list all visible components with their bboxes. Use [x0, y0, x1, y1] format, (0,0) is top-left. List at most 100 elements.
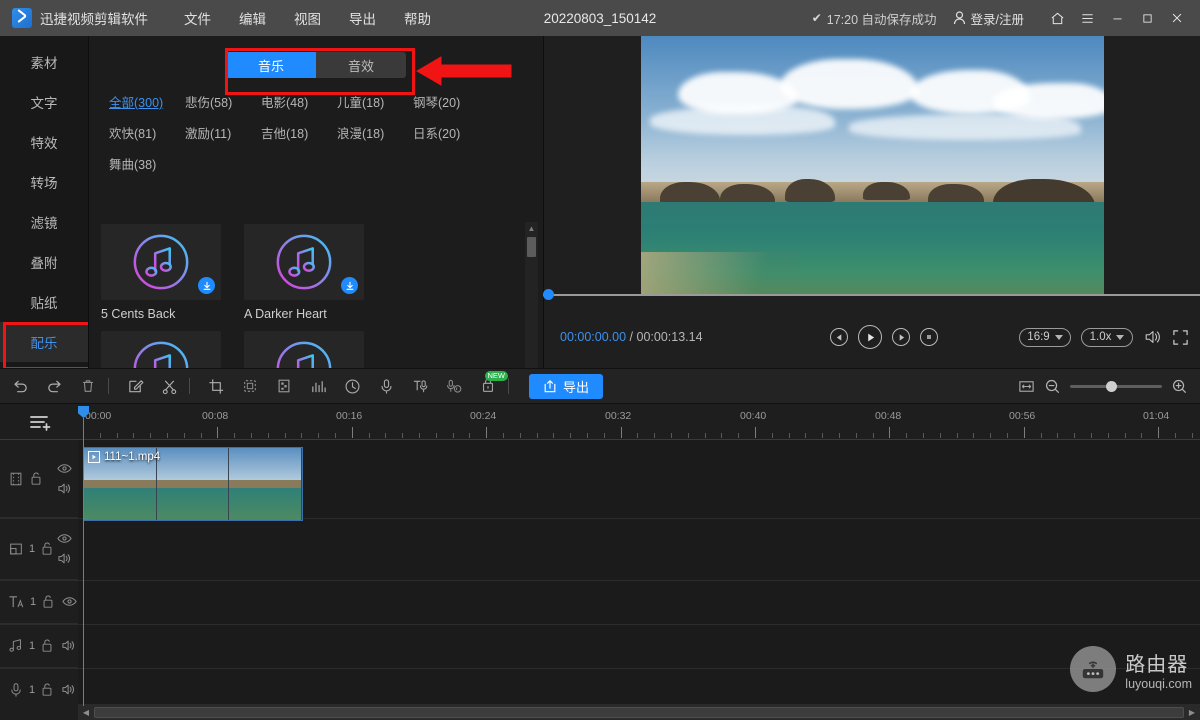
menu-item-export[interactable]: 导出	[335, 4, 390, 32]
zoom-out-icon[interactable]	[1044, 378, 1061, 395]
eye-icon[interactable]	[57, 533, 72, 544]
category-kids[interactable]: 儿童(18)	[337, 92, 413, 111]
zoom-slider-handle[interactable]	[1106, 381, 1117, 392]
zoom-slider[interactable]	[1070, 385, 1162, 388]
category-all[interactable]: 全部(300)	[109, 92, 185, 111]
sidebar-item-stickers[interactable]: 贴纸	[0, 282, 88, 322]
scrollbar-thumb[interactable]	[94, 707, 1184, 718]
menu-item-edit[interactable]: 编辑	[225, 4, 280, 32]
mic-icon[interactable]	[372, 372, 400, 400]
category-romantic[interactable]: 浪漫(18)	[337, 123, 413, 142]
volume-icon[interactable]	[1143, 328, 1162, 346]
ruler-tick-minor	[469, 433, 470, 438]
undo-icon[interactable]	[6, 372, 34, 400]
ruler-tick-minor	[805, 433, 806, 438]
timeline-ruler[interactable]: 00:00 00:08 00:16 00:24 00:32 00:40 00:4…	[0, 404, 1200, 440]
watermark-icon[interactable]: NEW	[474, 372, 502, 400]
step-back-icon[interactable]	[830, 328, 848, 346]
scroll-left-icon[interactable]: ◀	[78, 704, 94, 720]
unlock-icon[interactable]	[40, 541, 54, 556]
ruler-tick-minor	[150, 433, 151, 438]
export-button[interactable]: 导出	[529, 374, 603, 399]
video-preview[interactable]	[641, 36, 1104, 296]
hamburger-icon[interactable]	[1072, 3, 1102, 33]
track-header-overlay[interactable]: 1	[0, 518, 78, 580]
sidebar-item-transitions[interactable]: 转场	[0, 162, 88, 202]
sidebar-item-text[interactable]: 文字	[0, 82, 88, 122]
play-icon[interactable]	[858, 325, 882, 349]
category-film[interactable]: 电影(48)	[261, 92, 337, 111]
sidebar-item-overlay[interactable]: 叠附	[0, 242, 88, 282]
voice-to-text-icon[interactable]	[440, 372, 468, 400]
menu-item-view[interactable]: 视图	[280, 4, 335, 32]
list-item[interactable]: 5 Cents Back	[101, 224, 244, 321]
speaker-icon[interactable]	[57, 552, 72, 565]
tab-sound-effect[interactable]: 音效	[316, 52, 406, 78]
cut-icon[interactable]	[155, 372, 183, 400]
sidebar-item-media[interactable]: 素材	[0, 42, 88, 82]
audio-wave-icon[interactable]	[304, 372, 332, 400]
unlock-icon[interactable]	[41, 594, 55, 609]
tab-music[interactable]: 音乐	[226, 52, 316, 78]
ruler-tick-minor	[453, 433, 454, 438]
mask-icon[interactable]	[236, 372, 264, 400]
unlock-icon[interactable]	[40, 682, 54, 697]
timeline-horizontal-scrollbar[interactable]: ◀ ▶	[78, 704, 1200, 720]
scroll-up-icon[interactable]: ▲	[525, 222, 538, 235]
fullscreen-icon[interactable]	[1172, 329, 1189, 346]
eye-icon[interactable]	[62, 596, 77, 607]
track-header-text[interactable]: 1	[0, 580, 78, 624]
add-track-icon[interactable]	[30, 413, 54, 433]
sidebar-item-music[interactable]: 配乐	[0, 322, 88, 362]
music-thumbnail[interactable]	[101, 224, 221, 300]
timeline-playhead[interactable]	[83, 418, 84, 706]
list-item[interactable]: A Darker Heart	[244, 224, 387, 321]
category-sad[interactable]: 悲伤(58)	[185, 92, 261, 111]
fit-to-width-icon[interactable]	[1018, 378, 1035, 395]
ruler-tick-minor	[1057, 433, 1058, 438]
scrub-handle[interactable]	[543, 289, 554, 300]
home-icon[interactable]	[1042, 3, 1072, 33]
download-icon[interactable]	[341, 277, 358, 294]
track-header-music[interactable]: 1	[0, 624, 78, 668]
timeline-clip[interactable]: 111~1.mp4	[83, 447, 303, 521]
speaker-icon[interactable]	[61, 639, 76, 652]
speed-dropdown[interactable]: 1.0x	[1081, 328, 1133, 347]
scroll-right-icon[interactable]: ▶	[1184, 704, 1200, 720]
text-to-speech-icon[interactable]	[406, 372, 434, 400]
speaker-icon[interactable]	[61, 683, 76, 696]
crop-icon[interactable]	[202, 372, 230, 400]
category-cheerful[interactable]: 欢快(81)	[109, 123, 185, 142]
speed-icon[interactable]	[338, 372, 366, 400]
redo-icon[interactable]	[40, 372, 68, 400]
category-piano[interactable]: 钢琴(20)	[413, 92, 489, 111]
login-register-button[interactable]: 登录/注册	[953, 9, 1024, 28]
aspect-ratio-dropdown[interactable]: 16:9	[1019, 328, 1071, 347]
track-header-video[interactable]	[0, 440, 78, 518]
category-guitar[interactable]: 吉他(18)	[261, 123, 337, 142]
unlock-icon[interactable]	[29, 471, 43, 486]
sidebar-item-effects[interactable]: 特效	[0, 122, 88, 162]
minimize-icon[interactable]	[1102, 3, 1132, 33]
category-inspiring[interactable]: 激励(11)	[185, 123, 261, 142]
eye-icon[interactable]	[57, 463, 72, 474]
zoom-in-icon[interactable]	[1171, 378, 1188, 395]
sidebar-item-filters[interactable]: 滤镜	[0, 202, 88, 242]
stop-icon[interactable]	[920, 328, 938, 346]
scrollbar-thumb[interactable]	[527, 237, 536, 257]
speaker-icon[interactable]	[57, 482, 72, 495]
edit-icon[interactable]	[121, 372, 149, 400]
delete-icon[interactable]	[74, 372, 102, 400]
step-forward-icon[interactable]	[892, 328, 910, 346]
unlock-icon[interactable]	[40, 638, 54, 653]
music-thumbnail[interactable]	[244, 224, 364, 300]
category-japanese[interactable]: 日系(20)	[413, 123, 489, 142]
maximize-icon[interactable]	[1132, 3, 1162, 33]
close-icon[interactable]	[1162, 3, 1192, 33]
mosaic-icon[interactable]	[270, 372, 298, 400]
download-icon[interactable]	[198, 277, 215, 294]
preview-scrub-bar[interactable]	[543, 292, 1200, 298]
menu-item-help[interactable]: 帮助	[390, 4, 445, 32]
menu-item-file[interactable]: 文件	[170, 4, 225, 32]
category-dance[interactable]: 舞曲(38)	[109, 154, 185, 173]
